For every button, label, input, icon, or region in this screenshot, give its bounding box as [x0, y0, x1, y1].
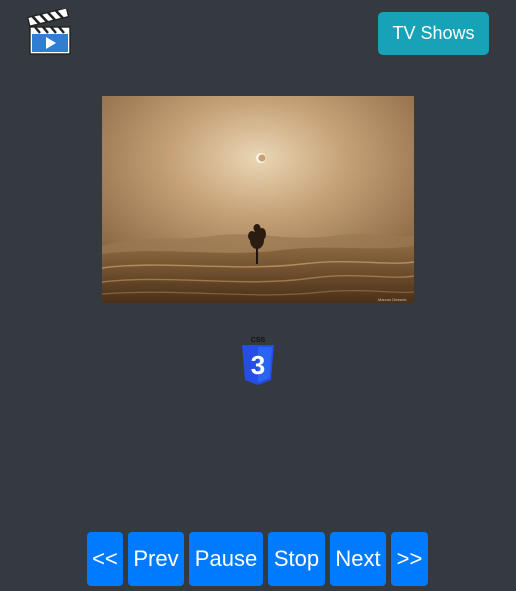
next-button[interactable]: Next: [330, 532, 386, 586]
badge-numeral: 3: [251, 350, 265, 380]
first-button[interactable]: <<: [87, 532, 123, 586]
playback-controls: << Prev Pause Stop Next >>: [87, 532, 428, 586]
tv-shows-button[interactable]: TV Shows: [378, 12, 489, 55]
stop-button[interactable]: Stop: [268, 532, 325, 586]
clapperboard-play-icon[interactable]: [26, 7, 73, 56]
pause-button[interactable]: Pause: [189, 532, 263, 586]
css3-shield-icon: CSS 3: [240, 336, 276, 386]
prev-button[interactable]: Prev: [128, 532, 184, 586]
image-credit: Marcus Desseix: [378, 297, 406, 302]
badge-label: CSS: [251, 337, 266, 344]
last-button[interactable]: >>: [391, 532, 428, 586]
slideshow-image: Marcus Desseix: [102, 96, 414, 303]
